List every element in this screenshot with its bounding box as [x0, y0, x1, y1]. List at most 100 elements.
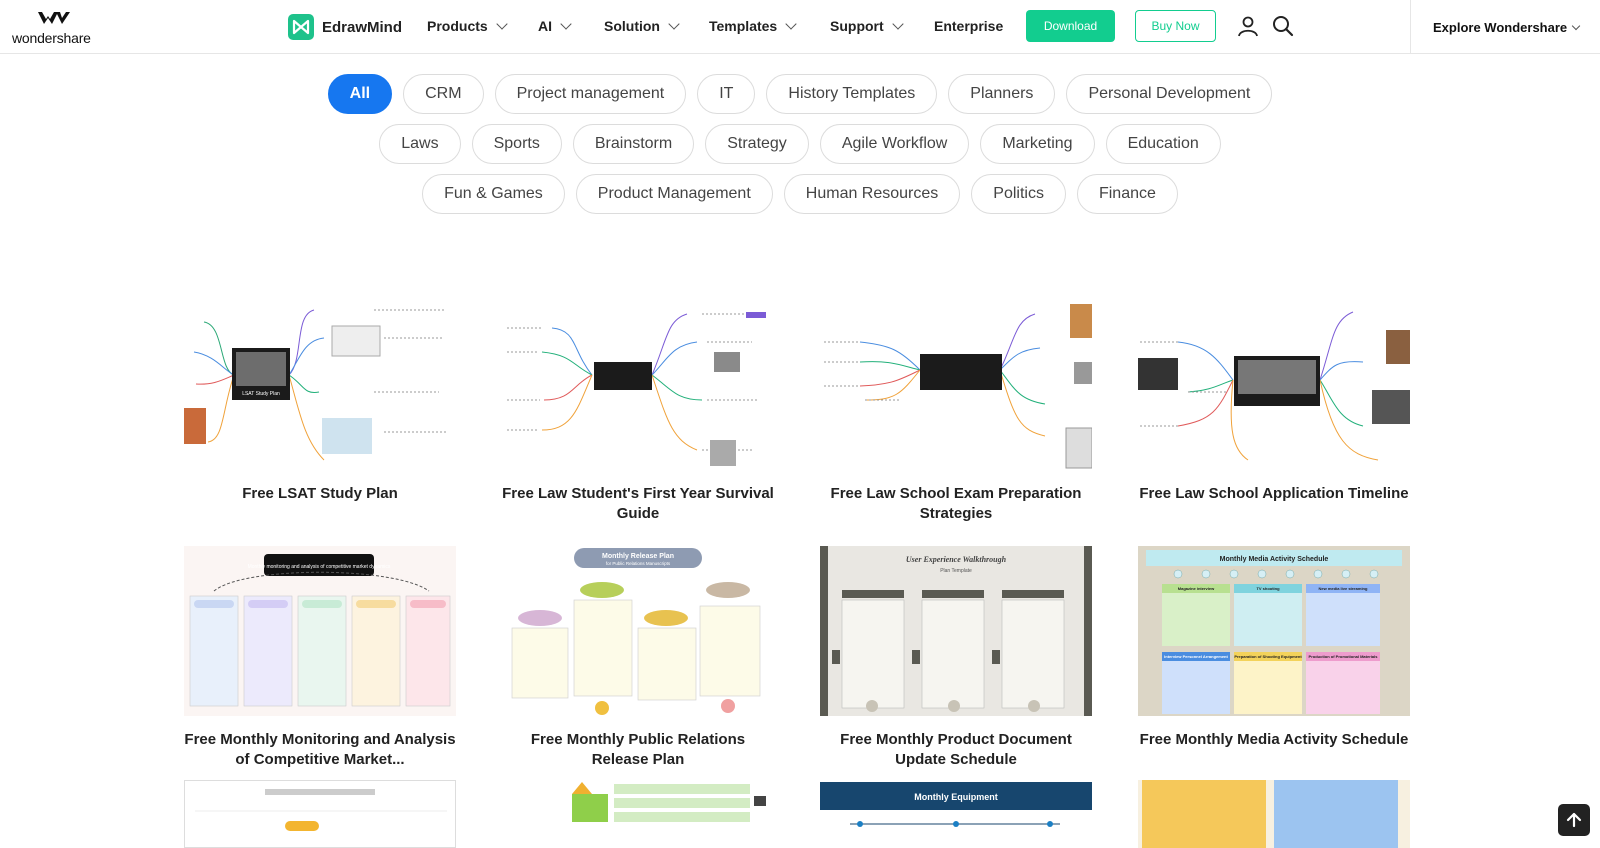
schedule-cell-label: New media live streaming — [1319, 586, 1368, 591]
buy-now-button[interactable]: Buy Now — [1135, 10, 1216, 42]
filter-row: Fun & Games Product Management Human Res… — [0, 174, 1600, 214]
columns-preview: Monthly monitoring and analysis of compe… — [189, 554, 451, 707]
template-card[interactable]: Monthly monitoring and analysis of compe… — [184, 546, 456, 770]
filter-tag-planners[interactable]: Planners — [948, 74, 1056, 114]
template-thumbnail[interactable]: Monthly Media Activity Schedule Magazine… — [1138, 546, 1410, 716]
wondershare-logo[interactable]: wondershare — [12, 10, 96, 46]
template-title[interactable]: Free Law School Exam Preparation Strateg… — [820, 484, 1092, 524]
template-title[interactable]: Free Law Student's First Year Survival G… — [502, 484, 774, 524]
mindmap-preview: LSAT Study Plan — [184, 309, 446, 461]
nav-solution[interactable]: Solution — [604, 18, 680, 34]
edrawmind-logo-icon — [288, 14, 314, 40]
template-title[interactable]: Free Monthly Product Document Update Sch… — [820, 730, 1092, 770]
site-header: wondershare EdrawMind Products AI Soluti… — [0, 0, 1600, 54]
template-card[interactable] — [184, 780, 456, 848]
thumbnail-subtitle: for Public Relations Manuscripts — [606, 561, 671, 566]
filter-tag-personal-development[interactable]: Personal Development — [1066, 74, 1273, 114]
template-title[interactable]: Free Monthly Monitoring and Analysis of … — [184, 730, 456, 770]
user-icon[interactable] — [1236, 14, 1260, 38]
edrawmind-brand[interactable]: EdrawMind — [288, 14, 402, 40]
schedule-cell-label: Interview Personnel Arrangement — [1164, 654, 1228, 659]
explore-wondershare-menu[interactable]: Explore Wondershare — [1410, 0, 1600, 54]
template-thumbnail[interactable]: Monthly monitoring and analysis of compe… — [184, 546, 456, 716]
filter-row: Laws Sports Brainstorm Strategy Agile Wo… — [0, 124, 1600, 164]
wondershare-mark-icon — [38, 12, 70, 24]
filter-tag-education[interactable]: Education — [1105, 124, 1221, 164]
filter-tag-strategy[interactable]: Strategy — [705, 124, 809, 164]
nav-ai[interactable]: AI — [538, 18, 572, 34]
template-card[interactable] — [1138, 780, 1410, 848]
mindmap-preview — [1138, 311, 1410, 461]
template-title[interactable]: Free LSAT Study Plan — [184, 484, 456, 504]
thumbnail-title: Monthly Media Activity Schedule — [1220, 556, 1329, 563]
nav-support[interactable]: Support — [830, 18, 904, 34]
template-thumbnail[interactable] — [820, 300, 1092, 470]
template-title[interactable]: Free Monthly Media Activity Schedule — [1138, 730, 1410, 750]
template-card[interactable]: Monthly Release Plan for Public Relation… — [502, 546, 774, 770]
filter-tag-sports[interactable]: Sports — [471, 124, 562, 164]
filter-tag-project-management[interactable]: Project management — [494, 74, 687, 114]
filter-tag-finance[interactable]: Finance — [1076, 174, 1178, 214]
chevron-down-icon — [496, 18, 508, 30]
nav-products[interactable]: Products — [427, 18, 508, 34]
filter-tag-product-management[interactable]: Product Management — [575, 174, 773, 214]
filter-row: All CRM Project management IT History Te… — [0, 74, 1600, 114]
filter-tag-agile-workflow[interactable]: Agile Workflow — [819, 124, 970, 164]
template-thumbnail[interactable] — [502, 300, 774, 470]
filter-tag-fun-games[interactable]: Fun & Games — [422, 174, 565, 214]
thumbnail-title: Monthly Release Plan — [602, 553, 674, 560]
filter-tag-politics[interactable]: Politics — [971, 174, 1066, 214]
partial-preview — [1142, 780, 1398, 848]
nav-enterprise-label: Enterprise — [934, 18, 1004, 34]
filter-tag-history-templates[interactable]: History Templates — [766, 74, 938, 114]
arrow-up-icon — [1566, 812, 1582, 828]
brand-name: EdrawMind — [322, 18, 403, 36]
template-thumbnail[interactable]: LSAT Study Plan — [184, 300, 456, 470]
template-card[interactable]: LSAT Study Plan Free LSAT Study Plan — [184, 300, 456, 504]
filter-tag-marketing[interactable]: Marketing — [980, 124, 1095, 164]
nav-ai-label: AI — [538, 18, 552, 34]
template-thumbnail[interactable]: User Experience Walkthrough Plan Templat… — [820, 546, 1092, 716]
template-thumbnail[interactable] — [1138, 780, 1410, 848]
template-thumbnail[interactable] — [502, 780, 774, 848]
filter-tag-brainstorm[interactable]: Brainstorm — [572, 124, 695, 164]
chevron-down-icon — [785, 18, 797, 30]
template-card[interactable]: Free Law School Application Timeline — [1138, 300, 1410, 504]
thumbnail-title: LSAT Study Plan — [242, 391, 280, 397]
template-card[interactable]: Monthly Equipment — [820, 780, 1092, 848]
wondershare-logo-text: wondershare — [12, 30, 91, 46]
mindmap-preview — [507, 312, 766, 466]
chevron-down-icon — [891, 18, 904, 30]
download-button[interactable]: Download — [1026, 10, 1115, 42]
template-title[interactable]: Free Law School Application Timeline — [1138, 484, 1410, 504]
partial-preview — [195, 789, 447, 831]
media-schedule-preview: Monthly Media Activity Schedule Magazine… — [1146, 550, 1402, 714]
nav-enterprise[interactable]: Enterprise — [934, 18, 1003, 34]
thumbnail-title: Monthly Equipment — [914, 792, 998, 802]
filter-tag-it[interactable]: IT — [697, 74, 756, 114]
template-thumbnail[interactable]: Monthly Release Plan for Public Relation… — [502, 546, 774, 716]
filter-tag-laws[interactable]: Laws — [379, 124, 461, 164]
search-icon[interactable] — [1271, 14, 1295, 38]
nav-products-label: Products — [427, 18, 488, 34]
template-card[interactable] — [502, 780, 774, 848]
chevron-down-icon — [1571, 21, 1581, 30]
template-thumbnail[interactable]: Monthly Equipment — [820, 780, 1092, 848]
thumbnail-title: User Experience Walkthrough — [906, 555, 1007, 564]
template-thumbnail[interactable] — [1138, 300, 1410, 470]
filter-tag-crm[interactable]: CRM — [403, 74, 484, 114]
template-card[interactable]: Free Law Student's First Year Survival G… — [502, 300, 774, 524]
template-card[interactable]: Monthly Media Activity Schedule Magazine… — [1138, 546, 1410, 750]
partial-preview: Monthly Equipment — [820, 782, 1092, 827]
explore-label: Explore Wondershare — [1433, 19, 1568, 35]
thumbnail-subtitle: Plan Template — [940, 568, 972, 574]
template-card[interactable]: User Experience Walkthrough Plan Templat… — [820, 546, 1092, 770]
category-filters: All CRM Project management IT History Te… — [0, 74, 1600, 224]
template-title[interactable]: Free Monthly Public Relations Release Pl… — [502, 730, 774, 770]
filter-tag-human-resources[interactable]: Human Resources — [783, 174, 961, 214]
filter-tag-all[interactable]: All — [327, 74, 393, 114]
nav-templates[interactable]: Templates — [709, 18, 797, 34]
back-to-top-button[interactable] — [1558, 804, 1590, 836]
template-card[interactable]: Free Law School Exam Preparation Strateg… — [820, 300, 1092, 524]
template-thumbnail[interactable] — [184, 780, 456, 848]
